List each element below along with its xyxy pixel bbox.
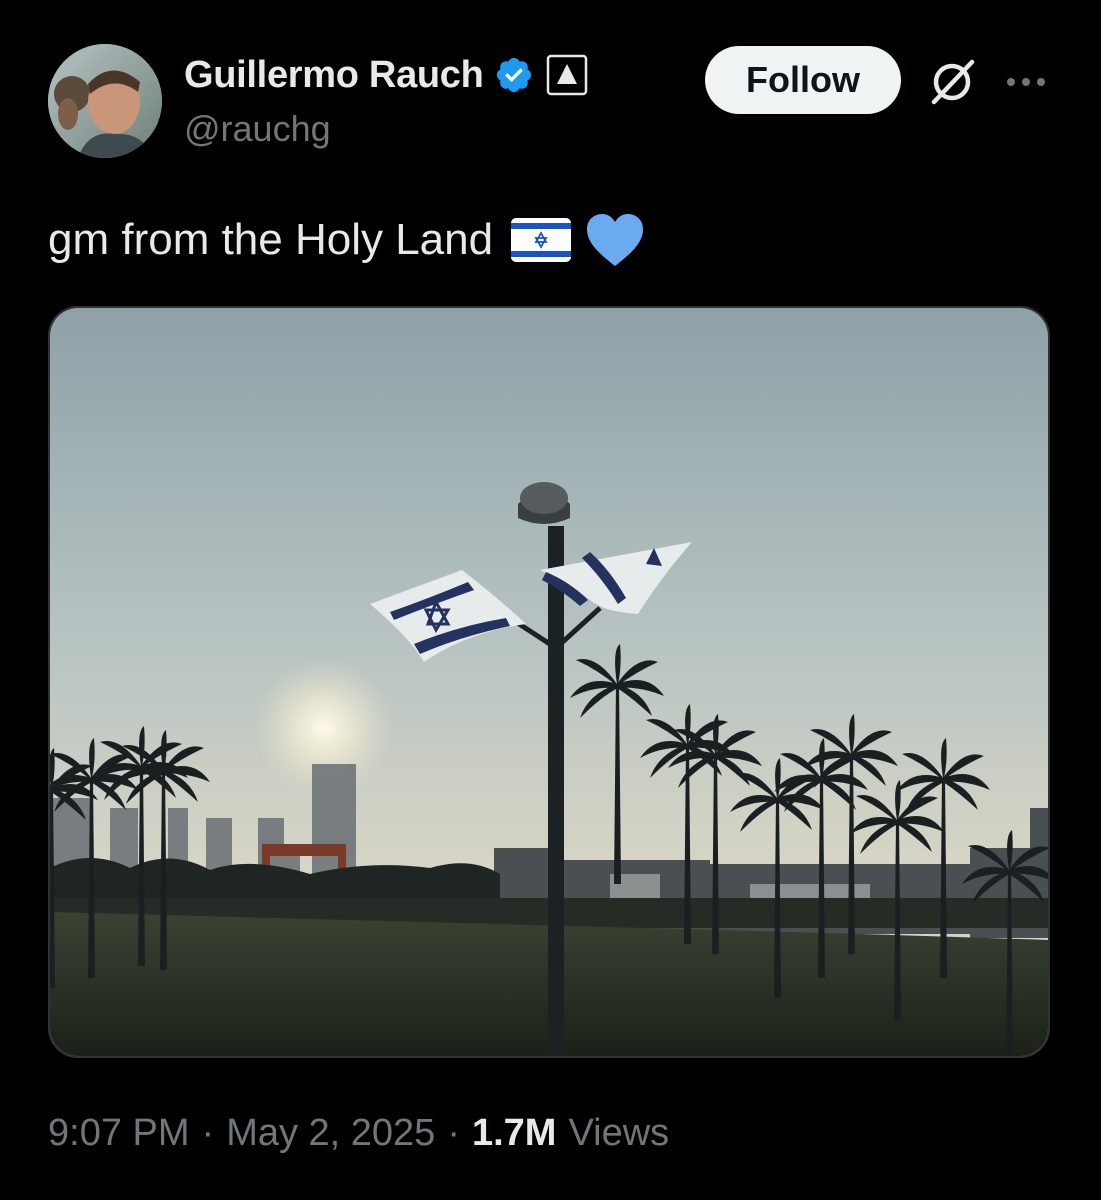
tweet-header: Guillermo Rauch @rauchg Follow [48, 44, 1058, 164]
tweet-meta: 9:07 PM · May 2, 2025 · 1.7M Views [48, 1112, 669, 1155]
follow-button[interactable]: Follow [705, 46, 901, 114]
tweet-time[interactable]: 9:07 PM [48, 1112, 190, 1155]
tweet-text-content: gm from the Holy Land [48, 215, 494, 264]
verified-badge-icon[interactable] [494, 55, 534, 95]
affiliate-badge-icon[interactable] [546, 54, 588, 96]
tweet-photo[interactable] [48, 306, 1050, 1058]
avatar[interactable] [48, 44, 162, 158]
blue-heart-emoji-icon [587, 214, 644, 266]
views-label: Views [568, 1112, 670, 1154]
name-row: Guillermo Rauch [184, 52, 588, 98]
grok-icon[interactable] [926, 56, 978, 108]
israel-flag-emoji-icon [511, 218, 572, 262]
display-name[interactable]: Guillermo Rauch [184, 54, 484, 97]
meta-separator-2: · [447, 1112, 460, 1154]
more-horizontal-icon[interactable] [1004, 66, 1048, 98]
tweet-date[interactable]: May 2, 2025 [226, 1112, 435, 1155]
author-handle[interactable]: @rauchg [184, 108, 588, 150]
author-info: Guillermo Rauch @rauchg [184, 52, 588, 150]
tweet-text: gm from the Holy Land [48, 210, 645, 270]
views-count[interactable]: 1.7M [472, 1112, 556, 1155]
meta-separator: · [201, 1112, 215, 1154]
